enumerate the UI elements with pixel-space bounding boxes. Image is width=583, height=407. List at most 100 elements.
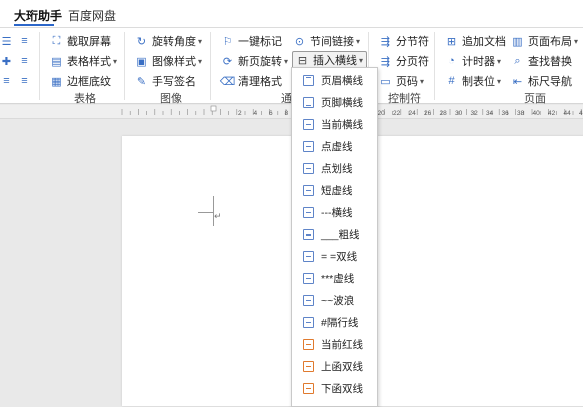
ruler-number: 40 xyxy=(533,110,541,117)
group-label-table: 表格 xyxy=(74,93,96,105)
hline-menu-item[interactable]: 上函双线 xyxy=(292,355,377,377)
chevron-down-icon: ▾ xyxy=(497,56,502,66)
section-link-button[interactable]: ⊙ 节间链接 ▾ xyxy=(293,32,360,50)
hash-line-icon xyxy=(303,316,314,328)
hline-menu-item-label: 上函双线 xyxy=(321,360,363,373)
list-icon[interactable]: ≡ xyxy=(18,32,35,50)
wave-line-icon xyxy=(303,294,314,306)
timer-icon: ◔ xyxy=(448,55,455,67)
one-key-mark-button[interactable]: ⚐ 一键标记 xyxy=(221,32,282,50)
append-doc-button[interactable]: ⊞ 追加文档 xyxy=(445,32,506,50)
hline-menu-item-label: ___粗线 xyxy=(321,228,360,241)
header-line-icon xyxy=(303,74,314,86)
hline-menu-item[interactable]: ___粗线 xyxy=(292,223,377,245)
image-style-button[interactable]: ▣ 图像样式 ▾ xyxy=(135,52,202,70)
append-doc-label: 追加文档 xyxy=(462,36,506,48)
dash-line-icon xyxy=(303,206,314,218)
page-break-icon: ⇶ xyxy=(380,55,391,68)
table-style-button[interactable]: ▤ 表格样式 ▾ xyxy=(50,52,117,70)
page-layout-button[interactable]: ▥ 页面布局 ▾ xyxy=(511,32,578,50)
tab-stop-button[interactable]: # 制表位 ▾ xyxy=(445,72,501,90)
new-page-rotate-button[interactable]: ⟳ 新页旋转 ▾ xyxy=(221,52,288,70)
find-replace-label: 查找替换 xyxy=(528,56,572,68)
footer-line-icon xyxy=(303,96,314,108)
separator xyxy=(124,32,125,100)
page-layout-label: 页面布局 xyxy=(528,36,572,48)
hline-menu-item-label: 页脚横线 xyxy=(321,96,363,109)
table-style-icon: ▤ xyxy=(51,55,62,68)
hline-menu-item-label: 页眉横线 xyxy=(321,74,363,87)
hline-menu-item-label: ~~波浪 xyxy=(321,294,355,307)
hline-menu-item[interactable]: 下函双线 xyxy=(292,377,377,399)
timer-button[interactable]: ◔ 计时器 ▾ xyxy=(445,52,501,70)
ruler-number: 6 xyxy=(269,110,273,117)
ruler-number: 24 xyxy=(409,110,417,117)
screenshot-button[interactable]: ⛶ 截取屏幕 xyxy=(50,32,111,50)
hline-menu-item-label: 点划线 xyxy=(321,162,353,175)
hline-menu-item[interactable]: 页眉横线 xyxy=(292,69,377,91)
hline-menu-item[interactable]: ***虚线 xyxy=(292,267,377,289)
rotate-angle-button[interactable]: ↻ 旋转角度 ▾ xyxy=(135,32,202,50)
ruler-nav-label: 标尺导航 xyxy=(528,76,572,88)
separator xyxy=(210,32,211,100)
separator xyxy=(39,32,40,100)
screenshot-icon: ⛶ xyxy=(52,34,61,47)
section-break-button[interactable]: ⇶ 分节符 xyxy=(379,32,429,50)
chevron-down-icon: ▾ xyxy=(284,56,289,66)
page-break-label: 分页符 xyxy=(396,56,429,68)
hline-menu-item-label: 当前红线 xyxy=(321,338,363,351)
ruler-number: 46 xyxy=(579,110,583,117)
page-number-button[interactable]: ▭ 页码 ▾ xyxy=(379,72,424,90)
tab-baidu-netdisk[interactable]: 百度网盘 xyxy=(68,7,116,24)
hline-menu-item[interactable]: #隔行线 xyxy=(292,311,377,333)
separator xyxy=(434,32,435,100)
list-icon[interactable]: ≡ xyxy=(18,72,35,90)
new-page-rotate-label: 新页旋转 xyxy=(238,56,282,68)
hline-menu-item-label: ---横线 xyxy=(321,206,353,219)
mark-icon: ⚐ xyxy=(222,35,233,48)
dotted-line-icon xyxy=(303,140,314,152)
ruler-number: 32 xyxy=(471,110,479,117)
group-label-page: 页面 xyxy=(524,93,546,105)
insert-hline-label: 插入横线 xyxy=(313,55,357,67)
current-line-icon xyxy=(303,118,314,130)
upper-double-line-icon xyxy=(303,360,314,372)
ruler-nav-button[interactable]: ⇤ 标尺导航 xyxy=(511,72,572,90)
image-style-icon: ▣ xyxy=(136,55,147,68)
align-left-icon[interactable]: ☰ xyxy=(0,32,17,50)
hline-menu-item[interactable]: ~~波浪 xyxy=(292,289,377,311)
list-icon[interactable]: ≡ xyxy=(18,52,35,70)
hline-menu-item[interactable]: 点划线 xyxy=(292,157,377,179)
hline-menu-item[interactable]: 点虚线 xyxy=(292,135,377,157)
align-right-icon[interactable]: ≡ xyxy=(0,72,17,90)
align-center-icon[interactable]: ✚ xyxy=(0,52,17,70)
handwriting-button[interactable]: ✎ 手写签名 xyxy=(135,72,196,90)
hline-menu-item[interactable]: 当前红线 xyxy=(292,333,377,355)
hline-icon: ⊟ xyxy=(297,54,308,67)
clear-format-button[interactable]: ⌫ 清理格式 xyxy=(220,72,282,90)
hline-menu-item[interactable]: 短虚线 xyxy=(292,179,377,201)
crop-mark xyxy=(198,212,214,213)
ruler-number: 4 xyxy=(254,110,258,117)
chevron-down-icon: ▾ xyxy=(198,56,203,66)
red-line-icon xyxy=(303,338,314,350)
border-shading-button[interactable]: ▦ 边框底纹 xyxy=(50,72,111,90)
table-style-label: 表格样式 xyxy=(67,56,111,68)
page-rotate-icon: ⟳ xyxy=(222,55,233,68)
find-replace-button[interactable]: ⌕ 查找替换 xyxy=(511,52,572,70)
lower-double-line-icon xyxy=(303,382,314,394)
hline-menu-item[interactable]: = =双线 xyxy=(292,245,377,267)
page-break-button[interactable]: ⇶ 分页符 xyxy=(379,52,429,70)
hline-menu-item[interactable]: 页脚横线 xyxy=(292,91,377,113)
tab-dahang-assistant[interactable]: 大珩助手 xyxy=(14,7,62,24)
ruler-number: 8 xyxy=(285,110,289,117)
hline-menu-item[interactable]: ---横线 xyxy=(292,201,377,223)
chevron-down-icon: ▾ xyxy=(497,76,502,86)
find-replace-icon: ⌕ xyxy=(514,54,521,67)
border-shading-label: 边框底纹 xyxy=(67,76,111,88)
paragraph-mark: ↵ xyxy=(214,211,222,221)
hline-menu-item-label: ***虚线 xyxy=(321,272,355,285)
double-line-icon xyxy=(303,250,314,262)
hline-menu-item[interactable]: 当前横线 xyxy=(292,113,377,135)
ruler-number: 44 xyxy=(564,110,572,117)
